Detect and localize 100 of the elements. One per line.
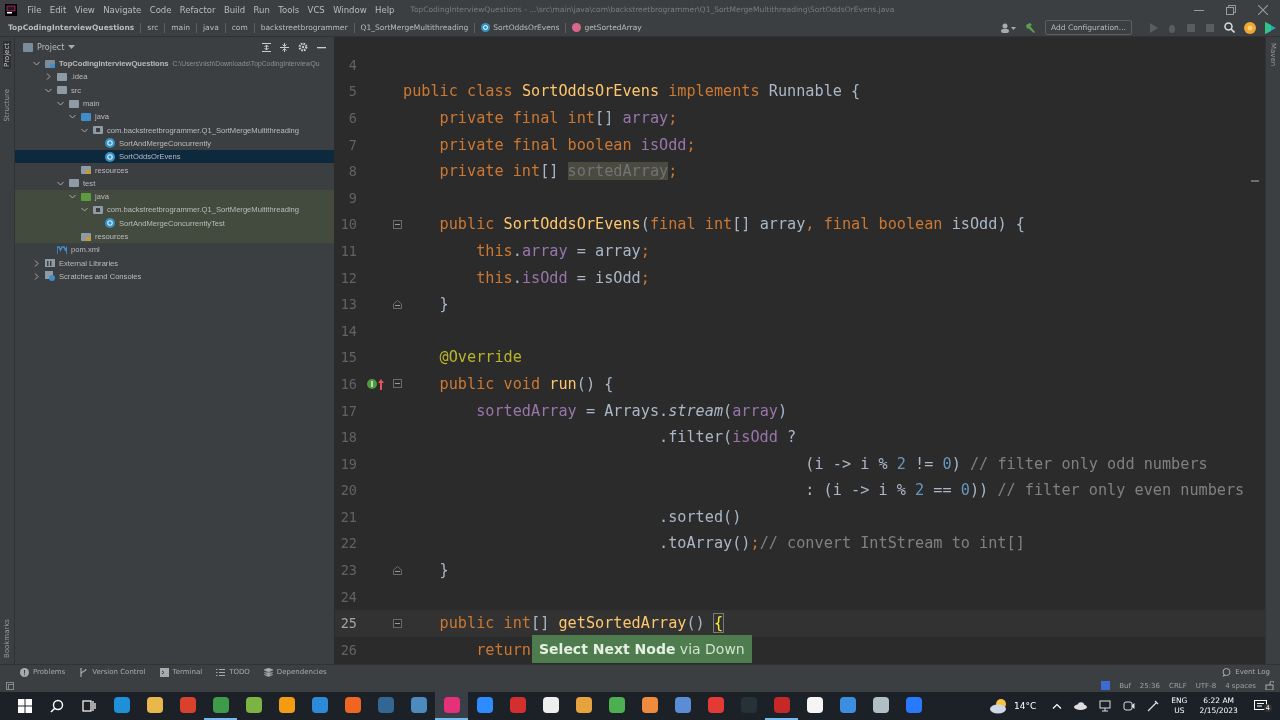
folder-icon [69, 178, 79, 189]
override-marker-icon[interactable] [367, 377, 385, 390]
speech-bubble-icon [1222, 667, 1232, 677]
search-icon[interactable] [1224, 22, 1235, 33]
maven-icon [57, 244, 67, 255]
fold-marker-icon[interactable] [392, 219, 402, 229]
line-number: 10 [339, 216, 357, 233]
module-icon [45, 58, 55, 69]
panel-title[interactable]: Project [23, 42, 76, 52]
deps-icon [263, 667, 273, 677]
line-number: 17 [339, 402, 357, 419]
windows-start-icon[interactable] [18, 699, 32, 713]
class-icon [105, 218, 115, 229]
line-number: 4 [347, 56, 357, 73]
line-number: 8 [347, 163, 357, 180]
code-line: } [438, 295, 449, 314]
folder-icon [81, 191, 91, 202]
menu-item[interactable]: VCS [303, 4, 329, 15]
code-line: this.isOdd = isOdd; [475, 268, 650, 287]
line-number: 13 [339, 296, 357, 313]
code-line: .toArray();// convert IntStream to int[] [658, 534, 1025, 553]
code-line: public int[] getSortedArray() { [438, 614, 724, 633]
menu-item[interactable]: Help [370, 4, 399, 15]
update-icon[interactable] [1244, 21, 1256, 34]
menu-item[interactable]: View [70, 4, 99, 15]
menu-item[interactable]: Code [145, 4, 176, 15]
expand-all-icon[interactable] [262, 42, 271, 52]
fold-marker-icon[interactable] [392, 618, 402, 628]
class-icon [105, 151, 115, 162]
code-line: return [475, 640, 531, 659]
line-number: 7 [347, 136, 357, 153]
caret-icon [68, 45, 76, 49]
code-line: public SortOddsOrEvens(final int[] array, final boolean isOdd) { [438, 215, 1025, 234]
folder-icon [57, 85, 67, 96]
code-line: sortedArray = Arrays.stream(array) [475, 401, 788, 420]
network-icon[interactable] [1099, 700, 1112, 712]
class-icon [481, 23, 491, 32]
menu-item[interactable]: Edit [45, 4, 71, 15]
buffer-icon [1101, 681, 1111, 690]
line-number: 21 [339, 508, 357, 525]
folder-icon [81, 165, 91, 175]
plugin-icon[interactable] [1265, 21, 1276, 34]
todo-icon [216, 667, 226, 677]
temperature[interactable]: 14°C [1013, 701, 1037, 711]
search-icon[interactable] [50, 699, 64, 713]
folder-icon [57, 71, 67, 82]
weather-cloud-icon[interactable] [988, 698, 1009, 714]
lock-icon[interactable] [1265, 681, 1274, 690]
chevron-up-icon[interactable] [1052, 703, 1063, 709]
line-number: 18 [339, 429, 357, 446]
menu-item[interactable]: Refactor [175, 4, 220, 15]
package-icon [93, 125, 103, 136]
line-number: 5 [347, 83, 357, 100]
menu-item[interactable]: Build [219, 4, 250, 15]
collapse-all-icon[interactable] [280, 42, 289, 52]
class-icon [105, 138, 115, 149]
fold-marker-icon[interactable] [392, 379, 402, 389]
settings-icon[interactable] [298, 42, 308, 52]
package-icon [93, 204, 103, 215]
cloud-icon[interactable] [1074, 702, 1088, 710]
folder-icon [69, 98, 79, 109]
menu-item[interactable]: Run [249, 4, 275, 15]
line-number: 16 [339, 375, 357, 392]
fold-marker-icon[interactable] [392, 299, 402, 309]
vcs-icon [79, 667, 89, 677]
code-line: public class SortOddsOrEvens implements Runnable { [403, 82, 861, 101]
scratches-icon [45, 271, 55, 282]
code-line: private int[] sortedArray; [438, 162, 678, 181]
line-number: 24 [339, 588, 357, 605]
meet-icon[interactable] [1123, 700, 1136, 712]
code-line: .filter(isOdd ? [658, 428, 797, 447]
restore-icon[interactable] [1226, 4, 1236, 15]
notification-icon [1253, 700, 1268, 712]
code-line: : (i -> i % 2 == 0)) // filter only even numbers [804, 481, 1245, 500]
menu-item[interactable]: File [23, 4, 46, 15]
code-line: .sorted() [658, 507, 742, 526]
close-icon[interactable] [1258, 4, 1268, 15]
line-number: 23 [339, 562, 357, 579]
line-number: 26 [339, 641, 357, 658]
scrollbar-marker [1251, 180, 1259, 182]
code-line: @Override [438, 348, 522, 367]
menu-item[interactable]: Window [328, 4, 371, 15]
folder-icon [81, 231, 91, 242]
line-number: 9 [347, 189, 357, 206]
menu-item[interactable]: Navigate [99, 4, 146, 15]
panel-toggle-icon[interactable] [6, 681, 14, 690]
app-logo-icon[interactable] [5, 3, 17, 16]
line-number: 25 [339, 615, 357, 632]
line-number: 11 [339, 242, 357, 259]
code-line: } [438, 561, 449, 580]
code-line: private final boolean isOdd; [438, 135, 696, 154]
code-line: private final int[] array; [438, 109, 678, 127]
code-line: this.array = array; [475, 241, 650, 260]
pen-icon[interactable] [1147, 700, 1160, 712]
line-number: 15 [339, 349, 357, 366]
user-icon[interactable] [1000, 22, 1017, 33]
hammer-icon[interactable] [1025, 22, 1037, 33]
menu-item[interactable]: Tools [274, 4, 304, 15]
fold-marker-icon[interactable] [392, 565, 402, 575]
task-view-icon[interactable] [82, 699, 96, 713]
